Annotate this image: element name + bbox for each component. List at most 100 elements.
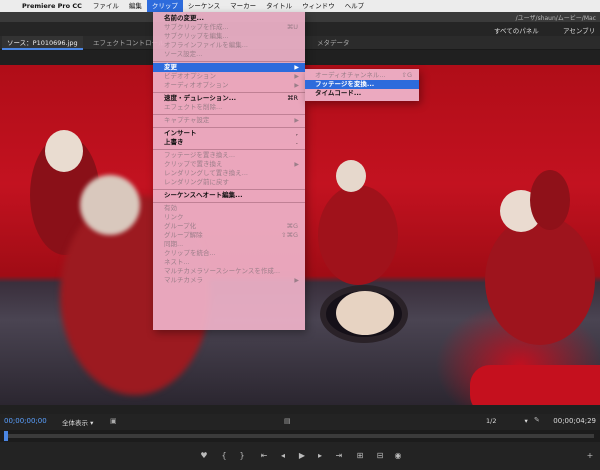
menu-shortcut: ⌘G xyxy=(286,222,298,230)
clip-menu-item-label: 速度・デュレーション... xyxy=(164,94,237,102)
submenu-arrow-icon: ▶ xyxy=(294,73,299,80)
tab-metadata[interactable]: メタデータ xyxy=(312,36,355,50)
clip-menu-item-label: 同期... xyxy=(164,240,184,248)
clip-menu-item-label: オーディオオプション xyxy=(164,81,229,89)
doll-head xyxy=(336,160,366,192)
overwrite-icon[interactable]: ⊟ xyxy=(374,451,386,461)
play-icon[interactable]: ▶ xyxy=(296,451,308,461)
modify-submenu: オーディオチャンネル... ⇧G フッテージを変換... タイムコード... xyxy=(305,69,419,101)
submenu-arrow-icon: ▶ xyxy=(294,82,299,89)
menu-file[interactable]: ファイル xyxy=(88,0,124,12)
clip-menu-item: マルチカメラ ▶ xyxy=(153,276,305,285)
clip-menu-item: リンク xyxy=(153,213,305,222)
step-forward-icon[interactable]: ▸ xyxy=(314,451,326,461)
camera-icon[interactable]: ◉ xyxy=(392,451,404,461)
clip-menu-item-label: 有効 xyxy=(164,204,177,212)
clip-menu-item: レンダリング前に戻す xyxy=(153,178,305,187)
red-cushion xyxy=(470,365,600,405)
clip-menu-item: グループ化 ⌘G xyxy=(153,222,305,231)
chevron-down-icon: ▾ xyxy=(90,419,94,427)
clip-menu-item: キャプチャ設定 ▶ xyxy=(153,116,305,125)
add-button-icon[interactable]: + xyxy=(584,451,596,461)
playback-resolution-select[interactable]: 1/2 ▾ xyxy=(486,417,528,425)
scrub-track[interactable] xyxy=(6,434,594,438)
menu-bar: Premiere Pro CC ファイル 編集 クリップ シーケンス マーカー … xyxy=(0,0,600,12)
clip-menu-item: ネスト... xyxy=(153,258,305,267)
modify-submenu-item: オーディオチャンネル... ⇧G xyxy=(305,71,419,80)
clip-menu-item-label: シーケンスへオート編集... xyxy=(164,191,243,199)
clip-menu-item-label: クリップを統合... xyxy=(164,249,216,257)
menu-title[interactable]: タイトル xyxy=(261,0,297,12)
menu-marker[interactable]: マーカー xyxy=(225,0,261,12)
marker-icon[interactable]: ▤ xyxy=(284,417,291,425)
submenu-arrow-icon: ▶ xyxy=(294,117,299,124)
doll-figure xyxy=(485,215,595,345)
clip-menu-item[interactable]: 名前の変更... xyxy=(153,14,305,23)
clip-menu-item-label: サブクリップを作成... xyxy=(164,23,229,31)
step-back-icon[interactable]: ◂ xyxy=(277,451,289,461)
clip-menu-item-label: オフラインファイルを編集... xyxy=(164,41,249,49)
clip-menu-item[interactable]: 上書き. xyxy=(153,138,305,147)
menu-clip[interactable]: クリップ xyxy=(146,0,183,12)
clip-menu-item-label: レンダリングして置き換え... xyxy=(164,169,249,177)
menu-shortcut: , xyxy=(295,129,298,137)
clip-menu-item[interactable]: シーケンスへオート編集... xyxy=(153,191,305,200)
menu-sequence[interactable]: シーケンス xyxy=(183,0,225,12)
clip-menu-item-label: クリップで置き換え xyxy=(164,160,223,168)
menu-window[interactable]: ウィンドウ xyxy=(297,0,340,12)
workspace-all-panels[interactable]: すべてのパネル xyxy=(494,25,539,35)
workspace-assembly[interactable]: アセンブリ xyxy=(563,25,595,35)
resolution-value: 1/2 xyxy=(486,417,497,425)
time-ruler[interactable] xyxy=(0,430,600,442)
chevron-down-icon: ▾ xyxy=(524,417,528,425)
modify-submenu-item-label: フッテージを変換... xyxy=(315,80,375,88)
drum-face xyxy=(336,291,394,335)
clip-menu-item: ソース設定... xyxy=(153,50,305,59)
clip-menu-item-label: 名前の変更... xyxy=(164,14,204,22)
go-to-in-icon[interactable]: ⇤ xyxy=(258,451,270,461)
modify-submenu-item[interactable]: フッテージを変換... xyxy=(305,80,419,89)
menu-help[interactable]: ヘルプ xyxy=(340,0,370,12)
clip-menu-item-label: マルチカメラ xyxy=(164,276,203,284)
clip-menu-item: オフラインファイルを編集... xyxy=(153,41,305,50)
clip-menu-item[interactable]: 速度・デュレーション... ⌘R xyxy=(153,94,305,103)
doll-figure xyxy=(530,170,570,230)
insert-icon[interactable]: ⊞ xyxy=(354,451,366,461)
mark-in-icon[interactable]: { xyxy=(218,451,230,461)
clip-menu-item-label: ソース設定... xyxy=(164,50,203,58)
add-marker-icon[interactable]: ♥ xyxy=(198,451,210,461)
clip-menu-item: グループ解除 ⇧⌘G xyxy=(153,231,305,240)
playhead-timecode[interactable]: 00;00;00;00 xyxy=(4,417,47,425)
wrench-icon[interactable]: ✎ xyxy=(534,416,540,424)
clip-menu-item-label: 変更 xyxy=(164,63,177,71)
clip-menu-item: ビデオオプション ▶ xyxy=(153,72,305,81)
clip-menu-item: レンダリングして置き換え... xyxy=(153,169,305,178)
modify-submenu-item-label: オーディオチャンネル... xyxy=(315,71,386,79)
zoom-fit-value: 全体表示 xyxy=(62,419,88,427)
zoom-fit-select[interactable]: 全体表示 ▾ xyxy=(62,417,93,427)
project-path: /ユーザ/shaun/ムービー/Mac xyxy=(515,15,596,22)
menu-shortcut: ⌘U xyxy=(286,23,298,31)
clip-menu-item-label: 上書き xyxy=(164,138,184,146)
menu-edit[interactable]: 編集 xyxy=(124,0,147,12)
clip-menu-item[interactable]: 変更 ▶ xyxy=(153,63,305,72)
clip-menu-item[interactable]: インサート, xyxy=(153,129,305,138)
menu-shortcut: ⇧⌘G xyxy=(281,231,298,239)
mark-out-icon[interactable]: } xyxy=(236,451,248,461)
settings-square-icon[interactable]: ▣ xyxy=(110,417,117,425)
clip-menu-item-label: ビデオオプション xyxy=(164,72,216,80)
clip-menu-item-label: グループ化 xyxy=(164,222,197,230)
modify-submenu-item[interactable]: タイムコード... xyxy=(305,89,419,98)
playhead[interactable] xyxy=(4,431,8,441)
clip-menu-item: クリップを統合... xyxy=(153,249,305,258)
transport-controls: ♥ { } ⇤ ◂ ▶ ▸ ⇥ ⊞ ⊟ ◉ + xyxy=(0,442,600,470)
duration-timecode: 00;00;04;29 xyxy=(553,417,596,425)
clip-menu-item: サブクリップを作成... ⌘U xyxy=(153,23,305,32)
doll-figure xyxy=(318,185,398,285)
tab-source[interactable]: ソース：P1010696.jpg xyxy=(2,36,83,50)
go-to-out-icon[interactable]: ⇥ xyxy=(333,451,345,461)
doll-head xyxy=(80,175,140,235)
clip-menu-item: マルチカメラソースシーケンスを作成... xyxy=(153,267,305,276)
doll-head xyxy=(45,130,83,172)
app-name-menu[interactable]: Premiere Pro CC xyxy=(18,2,88,10)
